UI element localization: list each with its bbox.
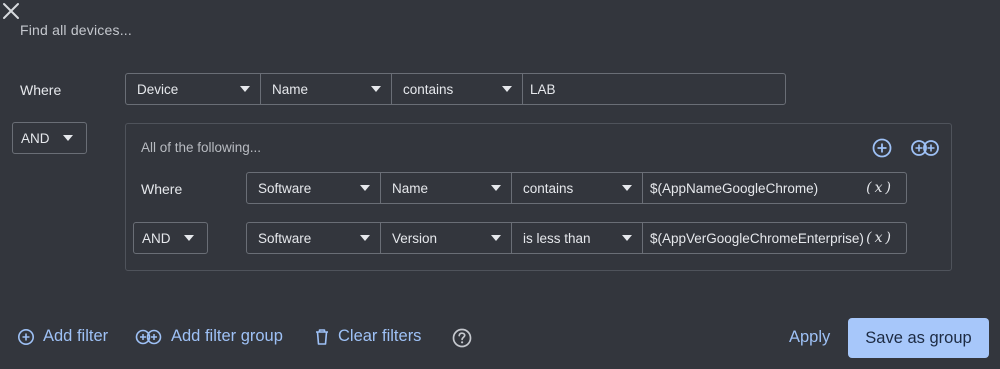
caret-down-icon	[502, 86, 512, 92]
operator-select-value: is less than	[523, 230, 591, 246]
entity-select-value: Software	[258, 180, 312, 196]
variable-button[interactable]: (x)	[866, 230, 894, 246]
value-input-text: $(AppVerGoogleChromeEnterprise)	[650, 230, 864, 246]
attribute-select[interactable]: Name	[261, 74, 392, 104]
operator-select[interactable]: contains	[512, 173, 643, 203]
entity-select[interactable]: Device	[126, 74, 261, 104]
add-group-icon[interactable]	[910, 137, 940, 159]
add-filter-group-button[interactable]: Add filter group	[135, 327, 283, 346]
add-filter-label: Add filter	[43, 327, 109, 345]
add-circle-icon	[18, 328, 34, 345]
help-icon[interactable]	[451, 327, 473, 349]
clear-filters-button[interactable]: Clear filters	[314, 327, 421, 346]
value-input[interactable]: $(AppNameGoogleChrome) (x)	[643, 173, 906, 203]
attribute-select-value: Name	[272, 81, 309, 97]
dialog-title: Find all devices...	[20, 22, 132, 38]
add-group-icon	[135, 329, 162, 344]
entity-select[interactable]: Software	[247, 223, 381, 253]
attribute-select-value: Version	[392, 230, 438, 246]
group-title: All of the following...	[141, 140, 262, 155]
attribute-select[interactable]: Version	[381, 223, 512, 253]
operator-select[interactable]: contains	[392, 74, 523, 104]
value-input[interactable]: $(AppVerGoogleChromeEnterprise) (x)	[643, 223, 906, 253]
clear-filters-label: Clear filters	[338, 327, 422, 345]
value-input-text: LAB	[530, 81, 556, 97]
caret-down-icon	[240, 86, 250, 92]
add-circle-icon[interactable]	[871, 137, 893, 159]
operator-select-value: contains	[523, 180, 574, 196]
apply-button[interactable]: Apply	[789, 328, 830, 347]
caret-down-icon	[622, 185, 632, 191]
operator-select-value: contains	[403, 81, 454, 97]
entity-select-value: Device	[137, 81, 179, 97]
attribute-select[interactable]: Name	[381, 173, 512, 203]
group-row-where-label: Where	[141, 181, 183, 197]
caret-down-icon	[491, 185, 501, 191]
value-input-text: $(AppNameGoogleChrome)	[650, 180, 819, 196]
caret-down-icon	[184, 235, 194, 241]
add-filter-button[interactable]: Add filter	[17, 327, 108, 346]
close-icon[interactable]	[0, 0, 22, 22]
caret-down-icon	[371, 86, 381, 92]
caret-down-icon	[491, 235, 501, 241]
operator-select[interactable]: is less than	[512, 223, 643, 253]
group-filter-row: Software Name contains $(AppNameGoogleCh…	[246, 172, 907, 204]
entity-select-value: Software	[258, 230, 312, 246]
delete-icon	[316, 328, 328, 345]
row-join-select[interactable]: AND	[133, 222, 208, 254]
caret-down-icon	[622, 235, 632, 241]
group-filter-row: Software Version is less than $(AppVerGo…	[246, 222, 907, 254]
attribute-select-value: Name	[392, 180, 429, 196]
caret-down-icon	[360, 235, 370, 241]
variable-button[interactable]: (x)	[866, 180, 894, 196]
caret-down-icon	[360, 185, 370, 191]
top-filter-row: Device Name contains LAB	[125, 73, 786, 105]
value-input[interactable]: LAB	[523, 74, 785, 104]
group-join-value: AND	[21, 130, 50, 146]
add-filter-group-label: Add filter group	[171, 327, 283, 345]
row-join-value: AND	[142, 230, 171, 246]
entity-select[interactable]: Software	[247, 173, 381, 203]
where-label: Where	[20, 82, 62, 98]
save-as-group-button[interactable]: Save as group	[848, 318, 989, 358]
group-join-select[interactable]: AND	[12, 122, 87, 154]
caret-down-icon	[63, 135, 73, 141]
